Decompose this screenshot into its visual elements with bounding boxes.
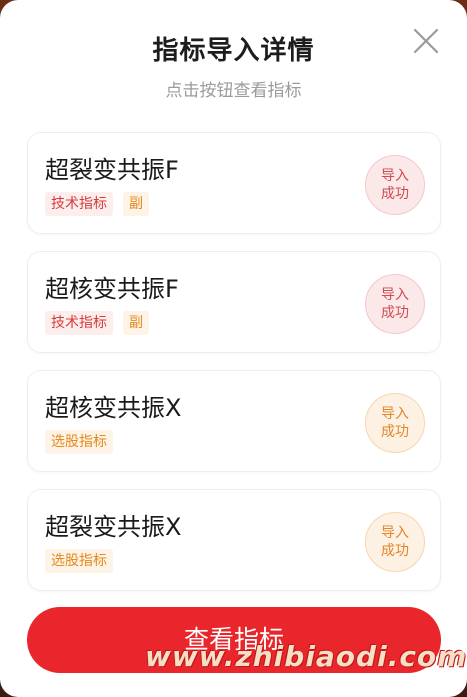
tag: 选股指标: [45, 549, 113, 573]
tag: 技术指标: [45, 311, 113, 335]
indicator-card[interactable]: 超裂变共振X 选股指标 导入 成功: [27, 489, 441, 591]
indicator-name: 超核变共振F: [45, 275, 179, 303]
indicator-name: 超核变共振X: [45, 394, 182, 422]
indicator-card[interactable]: 超裂变共振F 技术指标 副 导入 成功: [27, 132, 441, 234]
indicator-card[interactable]: 超核变共振X 选股指标 导入 成功: [27, 370, 441, 472]
import-status-badge: 导入 成功: [365, 393, 425, 453]
tag: 选股指标: [45, 430, 113, 454]
import-details-dialog: 指标导入详情 点击按钮查看指标 超裂变共振F 技术指标 副 导入 成功 超核变共…: [0, 0, 467, 697]
dialog-title: 指标导入详情: [152, 36, 315, 66]
watermark: www.zhibiaodi.com: [145, 640, 467, 673]
import-status-badge: 导入 成功: [365, 274, 425, 334]
dialog-subtitle: 点击按钮查看指标: [165, 81, 302, 101]
tag: 技术指标: [45, 192, 113, 216]
tag-list: 技术指标 副: [45, 192, 149, 216]
tag-list: 选股指标: [45, 430, 113, 454]
close-icon: [413, 28, 439, 54]
close-button[interactable]: [413, 28, 439, 54]
indicator-card[interactable]: 超核变共振F 技术指标 副 导入 成功: [27, 251, 441, 353]
import-status-badge: 导入 成功: [365, 155, 425, 215]
tag-list: 技术指标 副: [45, 311, 149, 335]
tag: 副: [123, 311, 149, 335]
import-status-badge: 导入 成功: [365, 512, 425, 572]
indicator-name: 超裂变共振F: [45, 156, 179, 184]
tag: 副: [123, 192, 149, 216]
indicator-name: 超裂变共振X: [45, 513, 182, 541]
tag-list: 选股指标: [45, 549, 113, 573]
